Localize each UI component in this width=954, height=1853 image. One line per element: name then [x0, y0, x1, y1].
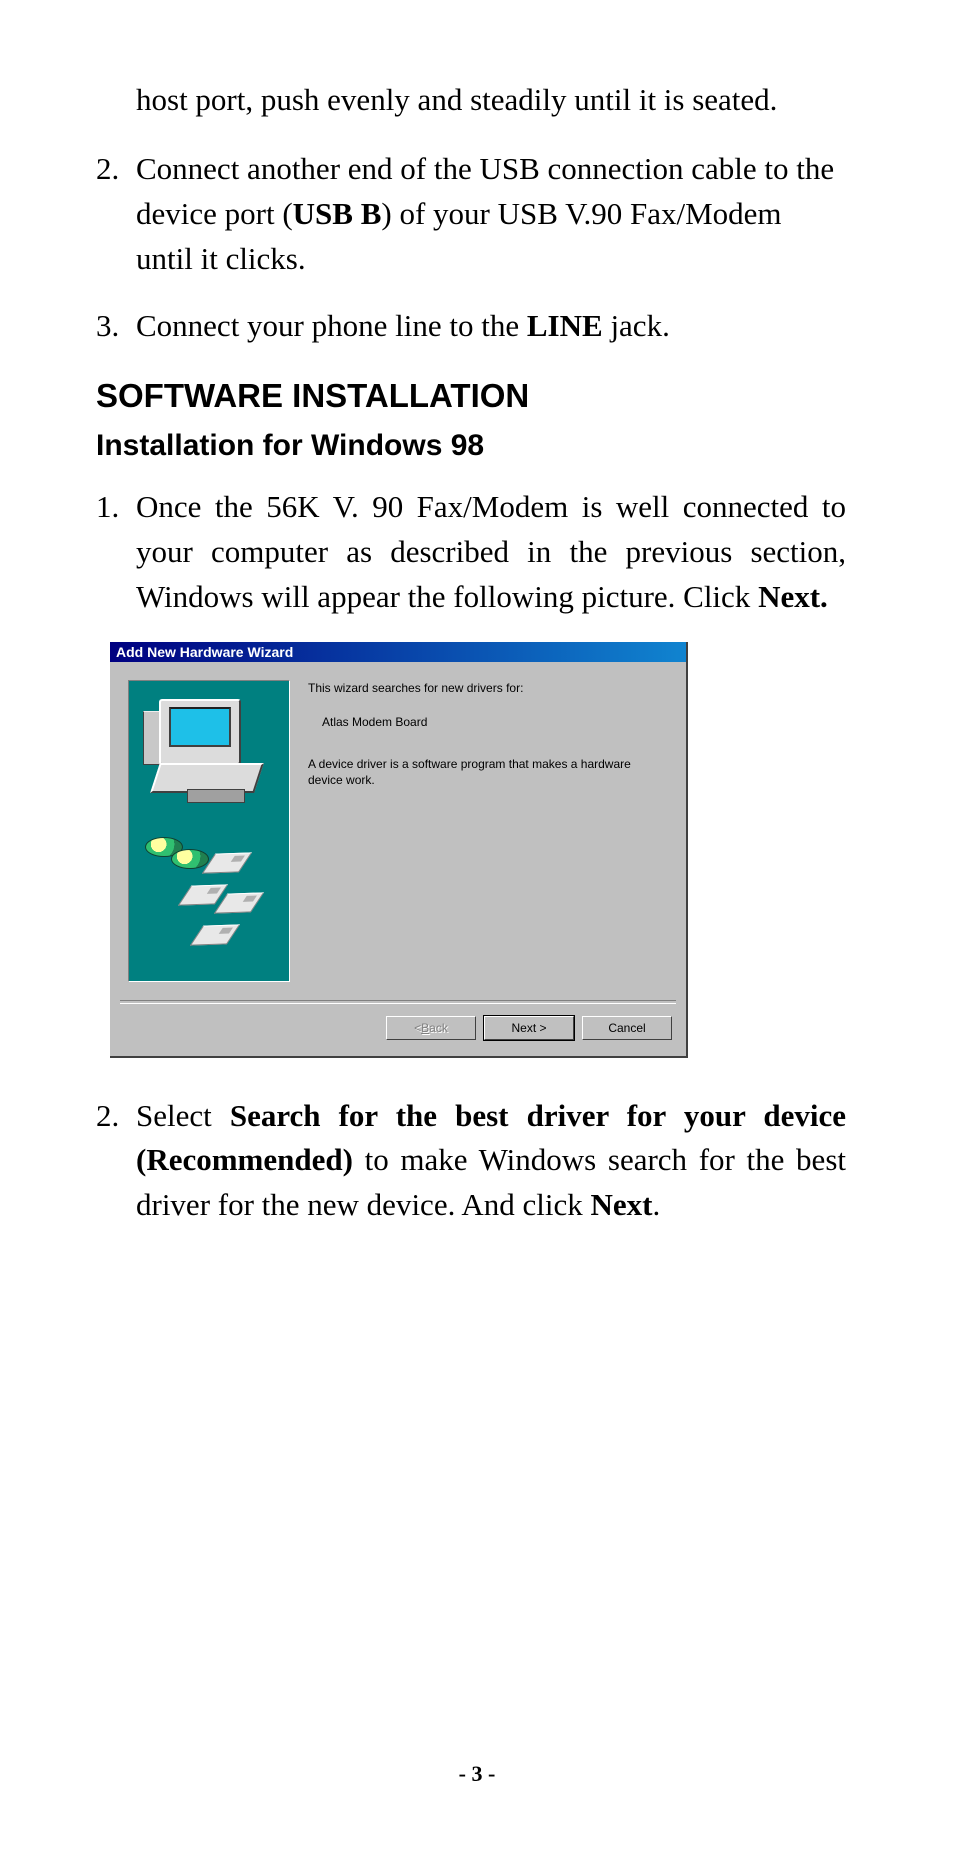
software-steps-list: 1. Once the 56K V. 90 Fax/Modem is well …	[96, 485, 846, 620]
wizard-line-2: A device driver is a software program th…	[308, 756, 660, 788]
add-new-hardware-wizard-dialog: Add New Hardware Wizard This wizard sear…	[110, 642, 688, 1058]
cancel-button[interactable]: Cancel	[582, 1016, 672, 1040]
bold-text: Next.	[758, 579, 828, 614]
computer-monitor-icon	[159, 699, 241, 765]
bold-text: USB B	[293, 196, 382, 231]
text: Select	[136, 1098, 230, 1133]
cd-icon	[171, 849, 209, 869]
back-button[interactable]: < Back	[386, 1016, 476, 1040]
wizard-illustration	[128, 680, 290, 982]
dialog-body: This wizard searches for new drivers for…	[110, 662, 686, 988]
continued-paragraph: host port, push evenly and steadily unti…	[136, 78, 846, 123]
bold-text: Next	[591, 1187, 653, 1222]
text: Once the 56K V. 90 Fax/Modem is well con…	[136, 489, 846, 614]
list-number: 3.	[96, 304, 136, 349]
page-number: - 3 -	[0, 1761, 954, 1787]
bold-text: LINE	[527, 308, 603, 343]
next-button[interactable]: Next >	[484, 1016, 574, 1040]
wizard-device-name: Atlas Modem Board	[322, 714, 660, 730]
text: Connect your phone line to the	[136, 308, 527, 343]
hardware-step-2: 2. Connect another end of the USB connec…	[96, 147, 846, 282]
list-body: Connect your phone line to the LINE jack…	[136, 304, 846, 349]
screen-icon	[189, 719, 209, 739]
software-steps-list-continued: 2. Select Search for the best driver for…	[96, 1094, 846, 1229]
software-step-2: 2. Select Search for the best driver for…	[96, 1094, 846, 1229]
list-body: Select Search for the best driver for yo…	[136, 1094, 846, 1229]
list-number: 1.	[96, 485, 136, 620]
cd-tray-icon	[187, 789, 245, 803]
software-step-1: 1. Once the 56K V. 90 Fax/Modem is well …	[96, 485, 846, 620]
dialog-button-row: < Back Next > Cancel	[110, 1004, 686, 1056]
wizard-line-1: This wizard searches for new drivers for…	[308, 680, 660, 696]
floppy-disk-icon	[190, 924, 240, 945]
back-button-accelerator: B	[421, 1021, 429, 1035]
back-button-rest: ack	[429, 1021, 448, 1035]
text: jack.	[603, 308, 670, 343]
list-body: Once the 56K V. 90 Fax/Modem is well con…	[136, 485, 846, 620]
text: .	[652, 1187, 660, 1222]
hardware-steps-list: 2. Connect another end of the USB connec…	[96, 147, 846, 349]
floppy-disk-icon	[214, 892, 264, 913]
list-number: 2.	[96, 1094, 136, 1229]
list-number: 2.	[96, 147, 136, 282]
wizard-text-pane: This wizard searches for new drivers for…	[290, 680, 668, 982]
back-button-prefix: <	[414, 1021, 421, 1035]
hardware-step-3: 3. Connect your phone line to the LINE j…	[96, 304, 846, 349]
section-heading: SOFTWARE INSTALLATION	[96, 377, 846, 415]
floppy-disk-icon	[202, 852, 252, 873]
dialog-title-bar: Add New Hardware Wizard	[110, 642, 686, 662]
subsection-heading: Installation for Windows 98	[96, 429, 846, 463]
list-body: Connect another end of the USB connectio…	[136, 147, 846, 282]
